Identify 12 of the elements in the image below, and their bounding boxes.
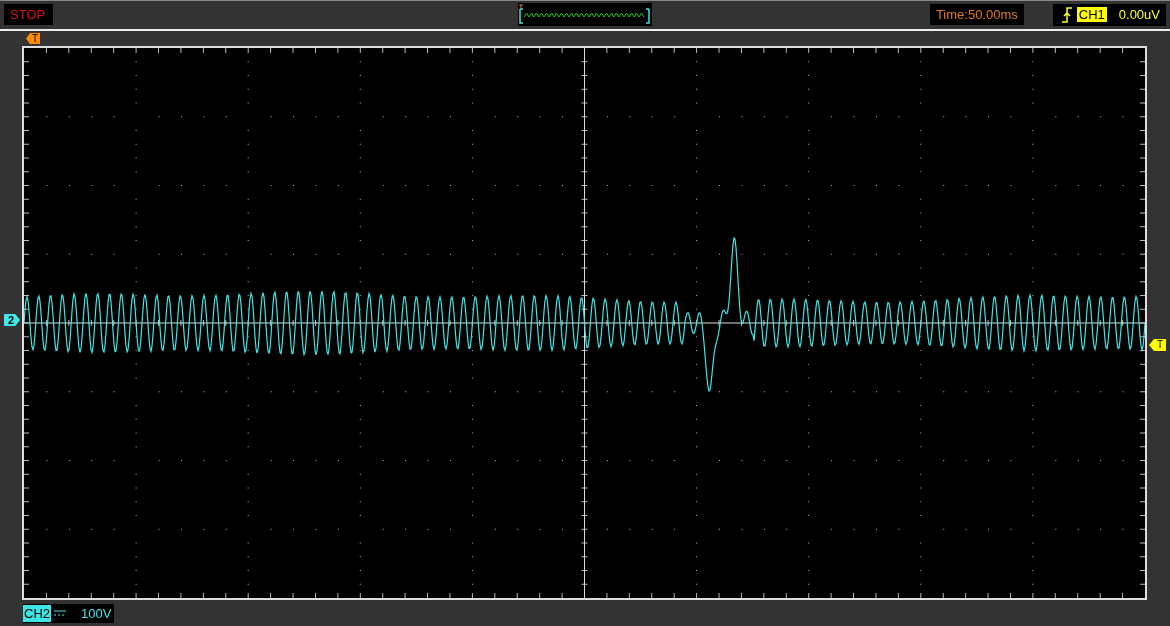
dc-coupling-icon — [53, 609, 67, 617]
channel-marker[interactable]: 2 — [4, 314, 21, 326]
timebase-readout: Time:50.00ms — [929, 4, 1024, 25]
trigger-level: 0.00uV — [1118, 7, 1160, 22]
volts-per-division: 100V — [81, 605, 112, 621]
trigger-channel: CH1 — [1076, 7, 1107, 22]
waveform-overview[interactable] — [518, 3, 652, 26]
trigger-position-marker[interactable]: T — [26, 33, 41, 44]
rising-edge-icon — [1060, 5, 1073, 24]
channel-label[interactable]: CH2 — [23, 604, 51, 622]
run-status[interactable]: STOP — [4, 4, 53, 25]
trigger-level-marker[interactable]: T — [1149, 339, 1167, 351]
